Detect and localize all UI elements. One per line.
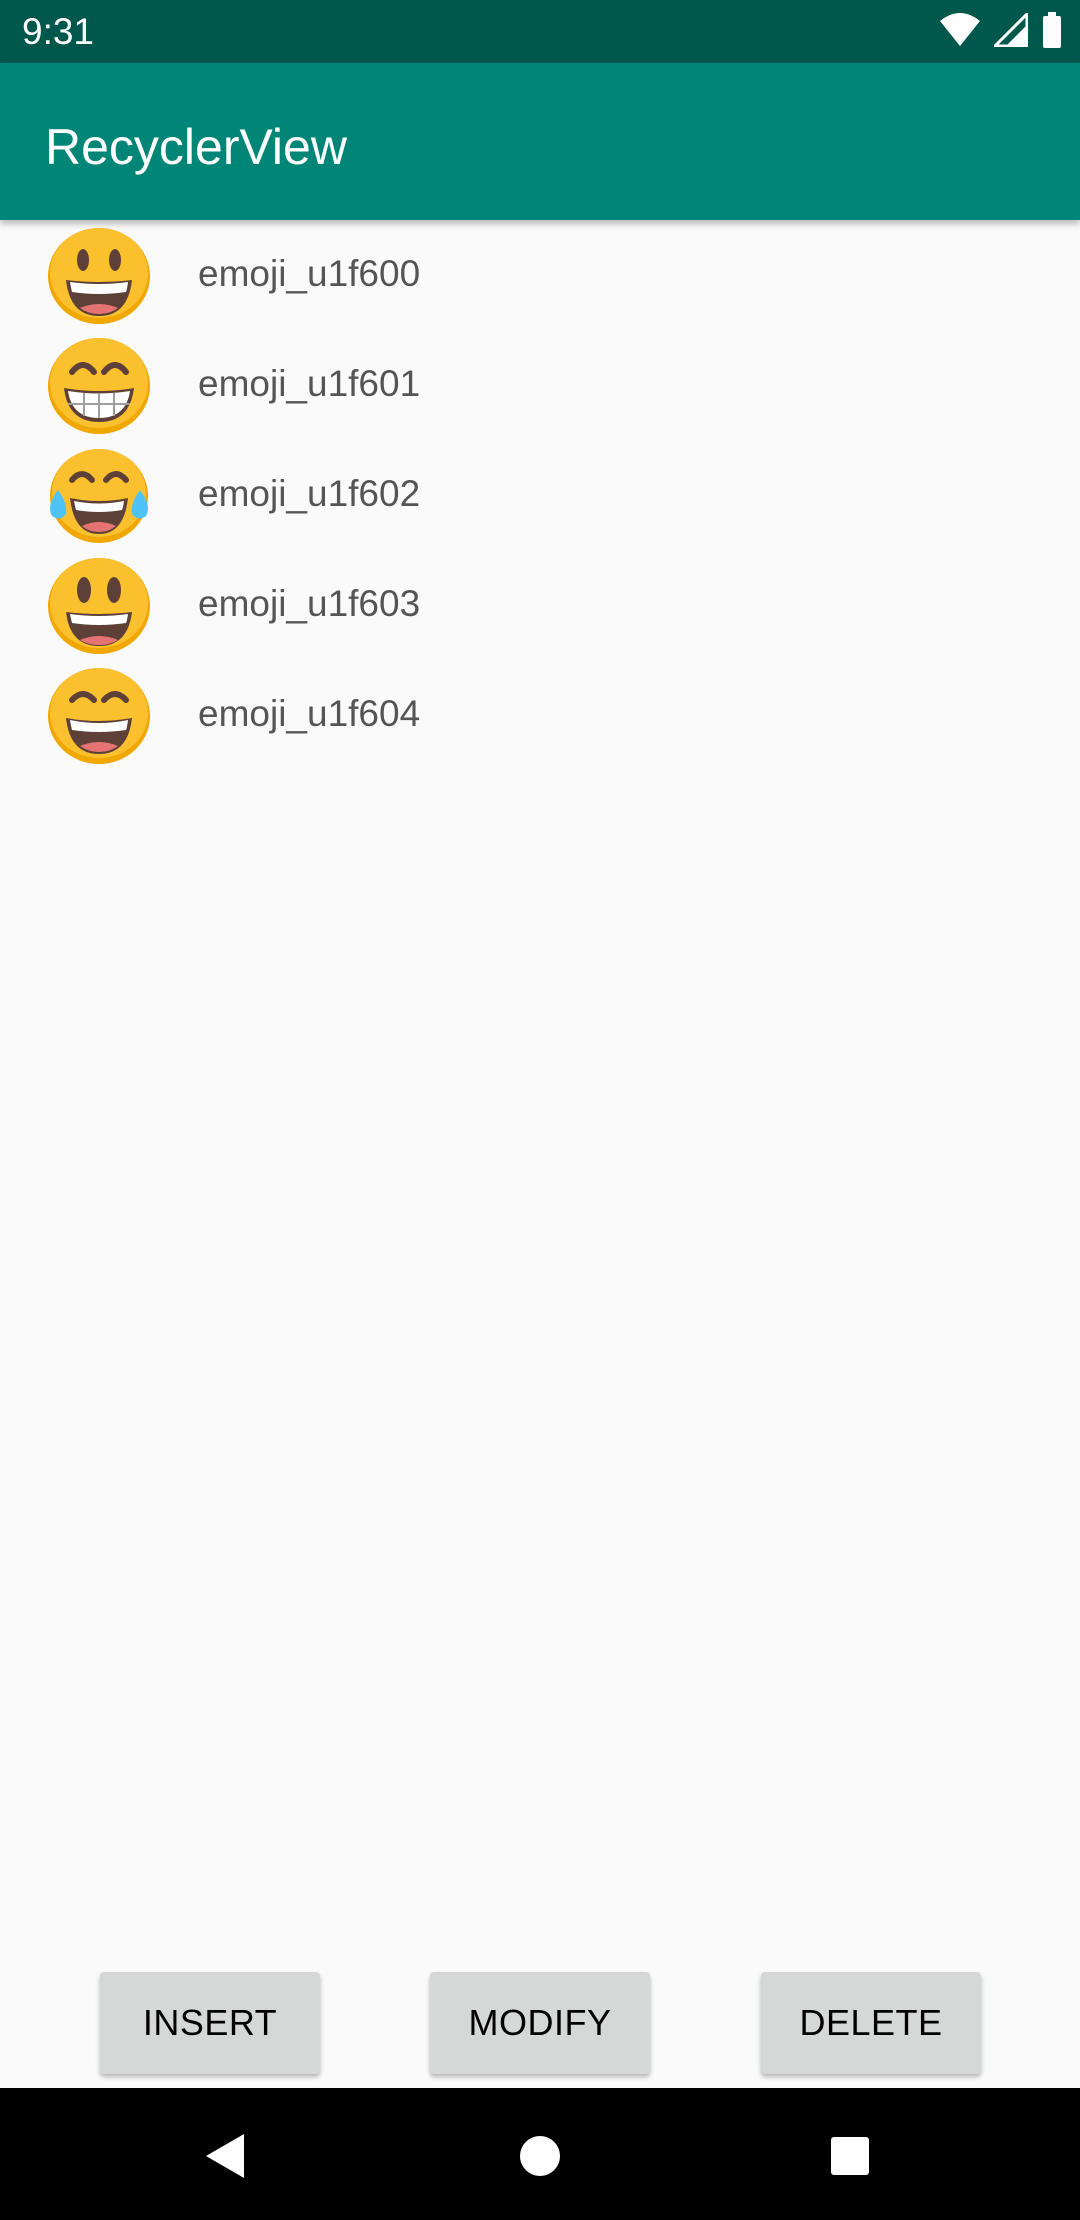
item-label: emoji_u1f604 [198,693,421,734]
grinning-face-emoji-icon [44,224,154,326]
status-bar: 9:31 [0,0,1080,63]
status-icons [940,9,1062,53]
list-item[interactable]: emoji_u1f601 [0,330,1080,440]
wifi-icon [940,12,980,52]
recents-icon[interactable] [822,2128,878,2184]
home-icon[interactable] [512,2128,568,2184]
recycler-list[interactable]: emoji_u1f600 emoji_u1f601 emoji_u1f602 e… [0,220,1080,1960]
app-title: RecyclerView [45,119,347,175]
modify-button[interactable]: MODIFY [430,1972,650,2074]
navigation-bar [0,2088,1080,2220]
tears-of-joy-emoji-icon [44,444,154,546]
app-bar: RecyclerView [0,63,1080,220]
item-label: emoji_u1f601 [198,363,421,404]
back-icon[interactable] [198,2128,254,2184]
beaming-face-emoji-icon [44,334,154,436]
list-item[interactable]: emoji_u1f600 [0,220,1080,330]
item-label: emoji_u1f603 [198,583,421,624]
item-label: emoji_u1f600 [198,253,421,294]
list-item[interactable]: emoji_u1f602 [0,440,1080,550]
status-time: 9:31 [22,11,95,52]
list-item[interactable]: emoji_u1f603 [0,550,1080,660]
battery-icon [1042,11,1062,53]
delete-button[interactable]: DELETE [761,1972,981,2074]
smiling-eyes-emoji-icon [44,664,154,766]
list-item[interactable]: emoji_u1f604 [0,660,1080,770]
item-label: emoji_u1f602 [198,473,421,514]
cell-signal-icon [991,9,1029,52]
insert-button[interactable]: INSERT [100,1972,320,2074]
smiley-big-eyes-emoji-icon [44,554,154,656]
